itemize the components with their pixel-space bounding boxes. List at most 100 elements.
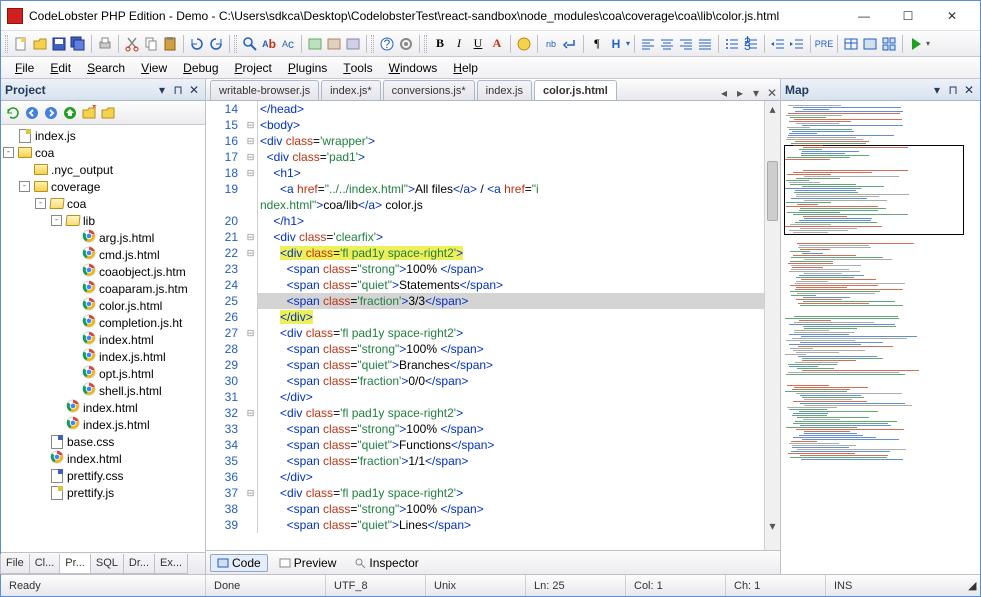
- panel-dropdown-icon[interactable]: ▾: [155, 83, 169, 97]
- menu-project[interactable]: Project: [227, 57, 280, 78]
- toolbar-grip[interactable]: [5, 35, 8, 53]
- code-line[interactable]: 27⊟ <div class='fl pad1y space-right2'>: [206, 325, 764, 341]
- tree-toggle-icon[interactable]: -: [51, 215, 62, 226]
- smiley-icon[interactable]: [516, 36, 532, 52]
- code-line[interactable]: 29 <span class="quiet">Branches</span>: [206, 357, 764, 373]
- code-line[interactable]: 26 </div>: [206, 309, 764, 325]
- panel-dropdown-icon[interactable]: ▾: [930, 83, 944, 97]
- fold-gutter[interactable]: [244, 453, 258, 469]
- project-tab-dr[interactable]: Dr...: [123, 554, 155, 574]
- save-icon[interactable]: [51, 36, 67, 52]
- fold-gutter[interactable]: [244, 277, 258, 293]
- tree-item[interactable]: prettify.css: [3, 467, 205, 484]
- fold-gutter[interactable]: [244, 213, 258, 229]
- status-insert[interactable]: INS: [826, 575, 960, 596]
- fold-gutter[interactable]: ⊟: [244, 133, 258, 149]
- font-color-icon[interactable]: A: [489, 36, 505, 52]
- fold-gutter[interactable]: [244, 309, 258, 325]
- menu-windows[interactable]: Windows: [381, 57, 446, 78]
- minimize-button[interactable]: —: [842, 2, 886, 30]
- code-line[interactable]: 25 <span class='fraction'>3/3</span>: [206, 293, 764, 309]
- print-icon[interactable]: [97, 36, 113, 52]
- code-line[interactable]: 14</head>: [206, 101, 764, 117]
- fold-gutter[interactable]: ⊟: [244, 149, 258, 165]
- tab-prev-icon[interactable]: ◂: [716, 86, 732, 100]
- fold-gutter[interactable]: [244, 517, 258, 533]
- fold-gutter[interactable]: [244, 197, 258, 213]
- fold-gutter[interactable]: [244, 101, 258, 117]
- align-left-icon[interactable]: [640, 36, 656, 52]
- vertical-scrollbar[interactable]: ▴ ▾: [764, 101, 780, 550]
- nbsp-icon[interactable]: nb: [543, 36, 559, 52]
- grid-icon[interactable]: [881, 36, 897, 52]
- panel-pin-icon[interactable]: ⊓: [171, 83, 185, 97]
- tree-item[interactable]: cmd.js.html: [3, 246, 205, 263]
- tree-item[interactable]: .nyc_output: [3, 161, 205, 178]
- view-code-button[interactable]: Code: [210, 554, 268, 572]
- status-encoding[interactable]: UTF_8: [326, 575, 426, 596]
- code-line[interactable]: 15⊟<body>: [206, 117, 764, 133]
- code-line[interactable]: 22⊟ <div class='fl pad1y space-right2'>: [206, 245, 764, 261]
- code-line[interactable]: 31 </div>: [206, 389, 764, 405]
- tree-item[interactable]: index.js.html: [3, 348, 205, 365]
- tree-toggle-icon[interactable]: -: [35, 198, 46, 209]
- code-line[interactable]: 23 <span class="strong">100% </span>: [206, 261, 764, 277]
- fold-gutter[interactable]: [244, 341, 258, 357]
- table-icon[interactable]: [843, 36, 859, 52]
- fold-gutter[interactable]: [244, 389, 258, 405]
- panel-close-icon[interactable]: ✕: [187, 83, 201, 97]
- tree-item[interactable]: -coverage: [3, 178, 205, 195]
- uncomment-icon[interactable]: [326, 36, 342, 52]
- tree-item[interactable]: index.html: [3, 399, 205, 416]
- maximize-button[interactable]: ☐: [886, 2, 930, 30]
- copy-icon[interactable]: [143, 36, 159, 52]
- tree-item[interactable]: prettify.js: [3, 484, 205, 501]
- comment-icon[interactable]: [307, 36, 323, 52]
- code-line[interactable]: 17⊟ <div class='pad1'>: [206, 149, 764, 165]
- editor-tab[interactable]: color.js.html: [534, 80, 617, 100]
- undo-icon[interactable]: [189, 36, 205, 52]
- scroll-down-icon[interactable]: ▾: [765, 518, 780, 534]
- fold-gutter[interactable]: [244, 293, 258, 309]
- tree-item[interactable]: completion.js.ht: [3, 314, 205, 331]
- tree-item[interactable]: coaparam.js.htm: [3, 280, 205, 297]
- new-file-icon[interactable]: [13, 36, 29, 52]
- menu-view[interactable]: View: [133, 57, 175, 78]
- tree-item[interactable]: arg.js.html: [3, 229, 205, 246]
- panel-pin-icon[interactable]: ⊓: [946, 83, 960, 97]
- code-line[interactable]: 37⊟ <div class='fl pad1y space-right2'>: [206, 485, 764, 501]
- minimap[interactable]: [781, 101, 980, 574]
- scroll-up-icon[interactable]: ▴: [765, 101, 780, 117]
- close-button[interactable]: ✕: [930, 2, 974, 30]
- fold-gutter[interactable]: ⊟: [244, 325, 258, 341]
- code-line[interactable]: 21⊟ <div class='clearfix'>: [206, 229, 764, 245]
- indent-icon[interactable]: [789, 36, 805, 52]
- home-icon[interactable]: [62, 105, 78, 121]
- tree-item[interactable]: index.html: [3, 331, 205, 348]
- code-line[interactable]: 33 <span class="strong">100% </span>: [206, 421, 764, 437]
- refresh-icon[interactable]: [5, 105, 21, 121]
- code-line[interactable]: 39 <span class="quiet">Lines</span>: [206, 517, 764, 533]
- resize-grip-icon[interactable]: ◢: [960, 575, 980, 596]
- redo-icon[interactable]: [208, 36, 224, 52]
- fold-gutter[interactable]: [244, 373, 258, 389]
- outdent-icon[interactable]: [770, 36, 786, 52]
- code-line[interactable]: 34 <span class="quiet">Functions</span>: [206, 437, 764, 453]
- italic-icon[interactable]: I: [451, 36, 467, 52]
- menu-file[interactable]: File: [7, 57, 42, 78]
- editor-tab[interactable]: index.js*: [321, 80, 381, 100]
- project-tab-ex[interactable]: Ex...: [154, 554, 188, 574]
- menu-search[interactable]: Search: [79, 57, 133, 78]
- find-icon[interactable]: [242, 36, 258, 52]
- run-icon[interactable]: [908, 36, 924, 52]
- list-ul-icon[interactable]: [724, 36, 740, 52]
- layout-icon[interactable]: [862, 36, 878, 52]
- open-file-icon[interactable]: [32, 36, 48, 52]
- forward-icon[interactable]: [43, 105, 59, 121]
- code-line[interactable]: 35 <span class='fraction'>1/1</span>: [206, 453, 764, 469]
- replace-icon[interactable]: Ab: [261, 36, 277, 52]
- cut-icon[interactable]: [124, 36, 140, 52]
- tree-item[interactable]: base.css: [3, 433, 205, 450]
- code-line[interactable]: 20 </h1>: [206, 213, 764, 229]
- pre-icon[interactable]: PRE: [816, 36, 832, 52]
